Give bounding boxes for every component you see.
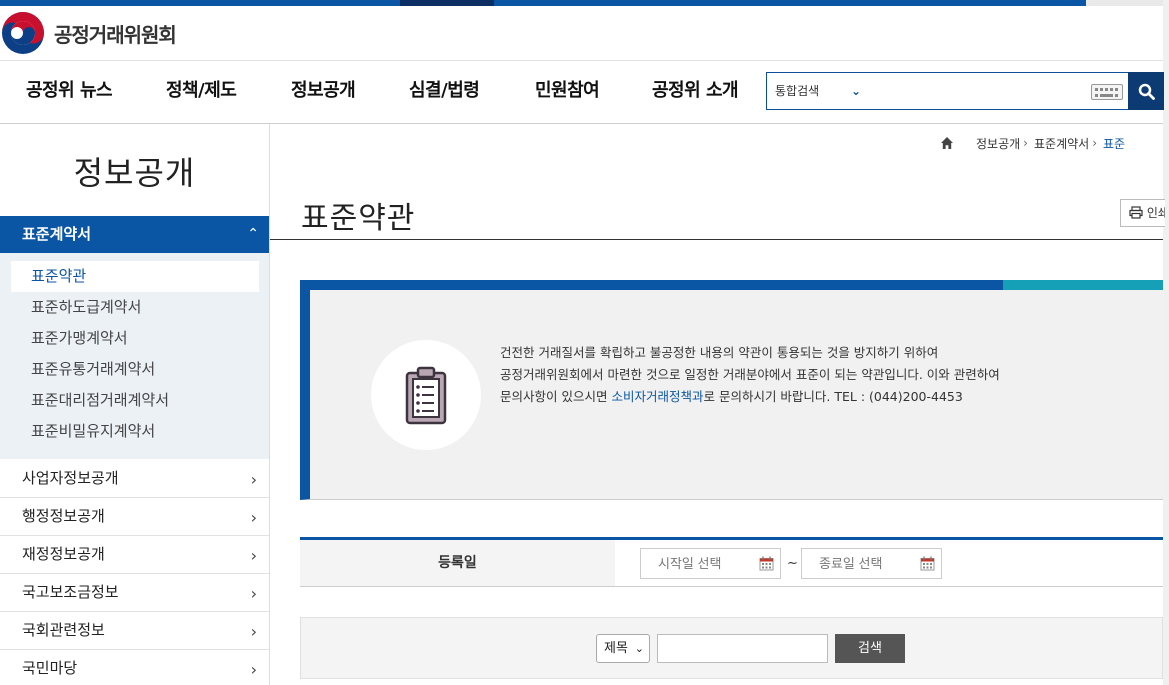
print-button[interactable]: 인쇄 (1120, 199, 1165, 227)
info-box: 건전한 거래질서를 확립하고 불공정한 내용의 약관이 통용되는 것을 방지하기… (300, 290, 1163, 500)
sidebar-item-label: 국회관련정보 (22, 621, 105, 639)
search-field-select[interactable]: 제목 ⌄ (596, 634, 650, 663)
submenu-item-nda[interactable]: 표준비밀유지계약서 (11, 416, 259, 447)
sidebar-item-subsidy-info[interactable]: 국고보조금정보 › (0, 574, 269, 612)
top-accent-bar-dark (400, 0, 494, 6)
virtual-keyboard-icon[interactable] (1091, 84, 1123, 100)
top-accent-bar (0, 0, 1086, 6)
sidebar-item-finance-info[interactable]: 재정정보공개 › (0, 536, 269, 574)
submenu-item-franchise[interactable]: 표준가맹계약서 (11, 323, 259, 354)
info-line-3-pre: 문의사항이 있으시면 (500, 389, 612, 404)
sidebar-submenu: 표준약관 표준하도급계약서 표준가맹계약서 표준유통거래계약서 표준대리점거래계… (0, 253, 269, 459)
sidebar-item-label: 국민마당 (22, 659, 78, 677)
calendar-icon[interactable] (920, 556, 935, 571)
start-date-input[interactable] (641, 549, 751, 578)
chevron-right-icon: › (250, 660, 257, 679)
sidebar-item-label: 국고보조금정보 (22, 583, 119, 601)
end-date-field[interactable] (801, 548, 942, 579)
breadcrumb: 정보공개 › 표준계약서 › 표준 (940, 133, 1125, 153)
keyword-search-row: 제목 ⌄ 검색 (300, 617, 1163, 679)
info-icon-circle (371, 340, 481, 450)
search-scope-select[interactable]: 통합검색 (775, 73, 819, 109)
sidebar-item-label: 행정정보공개 (22, 507, 105, 525)
nav-item-policy[interactable]: 정책/제도 (166, 61, 237, 123)
chevron-right-icon: › (250, 508, 257, 527)
keyword-input[interactable] (657, 634, 828, 663)
info-line-1: 건전한 거래질서를 확립하고 불공정한 내용의 약관이 통용되는 것을 방지하기… (500, 345, 939, 360)
chevron-right-icon: › (250, 584, 257, 603)
nav-item-news[interactable]: 공정위 뉴스 (26, 61, 113, 123)
breadcrumb-separator: › (1023, 136, 1028, 150)
breadcrumb-separator: › (1092, 136, 1097, 150)
main-navigation: 공정위 뉴스 정책/제도 정보공개 심결/법령 민원참여 공정위 소개 (0, 61, 760, 123)
keyword-search-button[interactable]: 검색 (835, 634, 905, 663)
taegeuk-logo-icon (2, 12, 44, 54)
info-box-accent-blue (300, 280, 1003, 290)
logo-text: 공정거래위원회 (54, 22, 177, 47)
filter-label: 등록일 (438, 555, 477, 571)
end-date-input[interactable] (802, 549, 912, 578)
date-filter: 등록일 ~ (300, 537, 1163, 587)
nav-item-participation[interactable]: 민원참여 (535, 61, 600, 123)
chevron-right-icon: › (250, 470, 257, 489)
sidebar-item-admin-info[interactable]: 행정정보공개 › (0, 498, 269, 536)
info-line-3: 문의사항이 있으시면 소비자거래정책과로 문의하시기 바랍니다. TEL : (… (500, 386, 1160, 408)
info-box-accent-teal (1003, 280, 1163, 290)
print-button-label: 인쇄 (1146, 206, 1165, 220)
nav-item-disclosure[interactable]: 정보공개 (291, 61, 356, 123)
chevron-down-icon[interactable]: ⌄ (851, 73, 861, 109)
printer-icon (1129, 206, 1143, 219)
sidebar-item-label: 재정정보공개 (22, 545, 105, 563)
info-line-2: 공정거래위원회에서 마련한 것으로 일정한 거래분야에서 표준이 되는 약관입니… (500, 367, 1000, 382)
search-button[interactable] (1128, 72, 1164, 110)
site-logo[interactable]: 공정거래위원회 (0, 10, 177, 56)
filter-label-cell: 등록일 (300, 540, 615, 586)
nav-item-about[interactable]: 공정위 소개 (652, 61, 739, 123)
global-search: 통합검색 ⌄ (766, 72, 1164, 110)
breadcrumb-item-disclosure[interactable]: 정보공개 (976, 135, 1020, 152)
chevron-down-icon: ⌄ (634, 642, 644, 655)
sidebar-section-label: 표준계약서 (22, 225, 92, 243)
sidebar-item-assembly-info[interactable]: 국회관련정보 › (0, 612, 269, 650)
submenu-item-agency[interactable]: 표준대리점거래계약서 (11, 385, 259, 416)
search-icon (1138, 83, 1155, 100)
page-title: 표준약관 (301, 201, 416, 236)
sidebar-item-business-info[interactable]: 사업자정보공개 › (0, 460, 269, 498)
search-input[interactable] (871, 77, 1087, 105)
start-date-field[interactable] (640, 548, 781, 579)
chevron-right-icon: › (250, 622, 257, 641)
sidebar-title: 정보공개 (73, 154, 196, 192)
submenu-item-subcontract[interactable]: 표준하도급계약서 (11, 292, 259, 323)
clipboard-icon (405, 366, 447, 425)
home-icon[interactable] (940, 136, 954, 150)
consumer-policy-division-link[interactable]: 소비자거래정책과 (611, 389, 703, 404)
nav-item-decisions[interactable]: 심결/법령 (409, 61, 480, 123)
breadcrumb-item-current: 표준 (1103, 136, 1126, 151)
breadcrumb-item-standard-contracts[interactable]: 표준계약서 (1034, 135, 1089, 152)
top-accent-bar-rest (1086, 0, 1169, 6)
calendar-icon[interactable] (759, 556, 774, 571)
sidebar-item-label: 사업자정보공개 (22, 469, 119, 487)
submenu-item-distribution[interactable]: 표준유통거래계약서 (11, 354, 259, 385)
date-range-separator: ~ (787, 556, 798, 571)
sidebar: 정보공개 표준계약서 ⌃ 표준약관 표준하도급계약서 표준가맹계약서 표준유통거… (0, 124, 270, 685)
submenu-item-standard-terms[interactable]: 표준약관 (11, 261, 259, 292)
title-divider (270, 239, 1163, 240)
sidebar-section-standard-contracts[interactable]: 표준계약서 ⌃ (0, 216, 269, 253)
chevron-up-icon: ⌃ (247, 226, 259, 242)
sidebar-item-citizen[interactable]: 국민마당 › (0, 650, 269, 685)
info-line-3-post: 로 문의하시기 바랍니다. TEL : (044)200-4453 (703, 389, 963, 404)
info-description: 건전한 거래질서를 확립하고 불공정한 내용의 약관이 통용되는 것을 방지하기… (500, 342, 1160, 408)
search-field-select-value: 제목 (604, 641, 628, 656)
chevron-right-icon: › (250, 546, 257, 565)
